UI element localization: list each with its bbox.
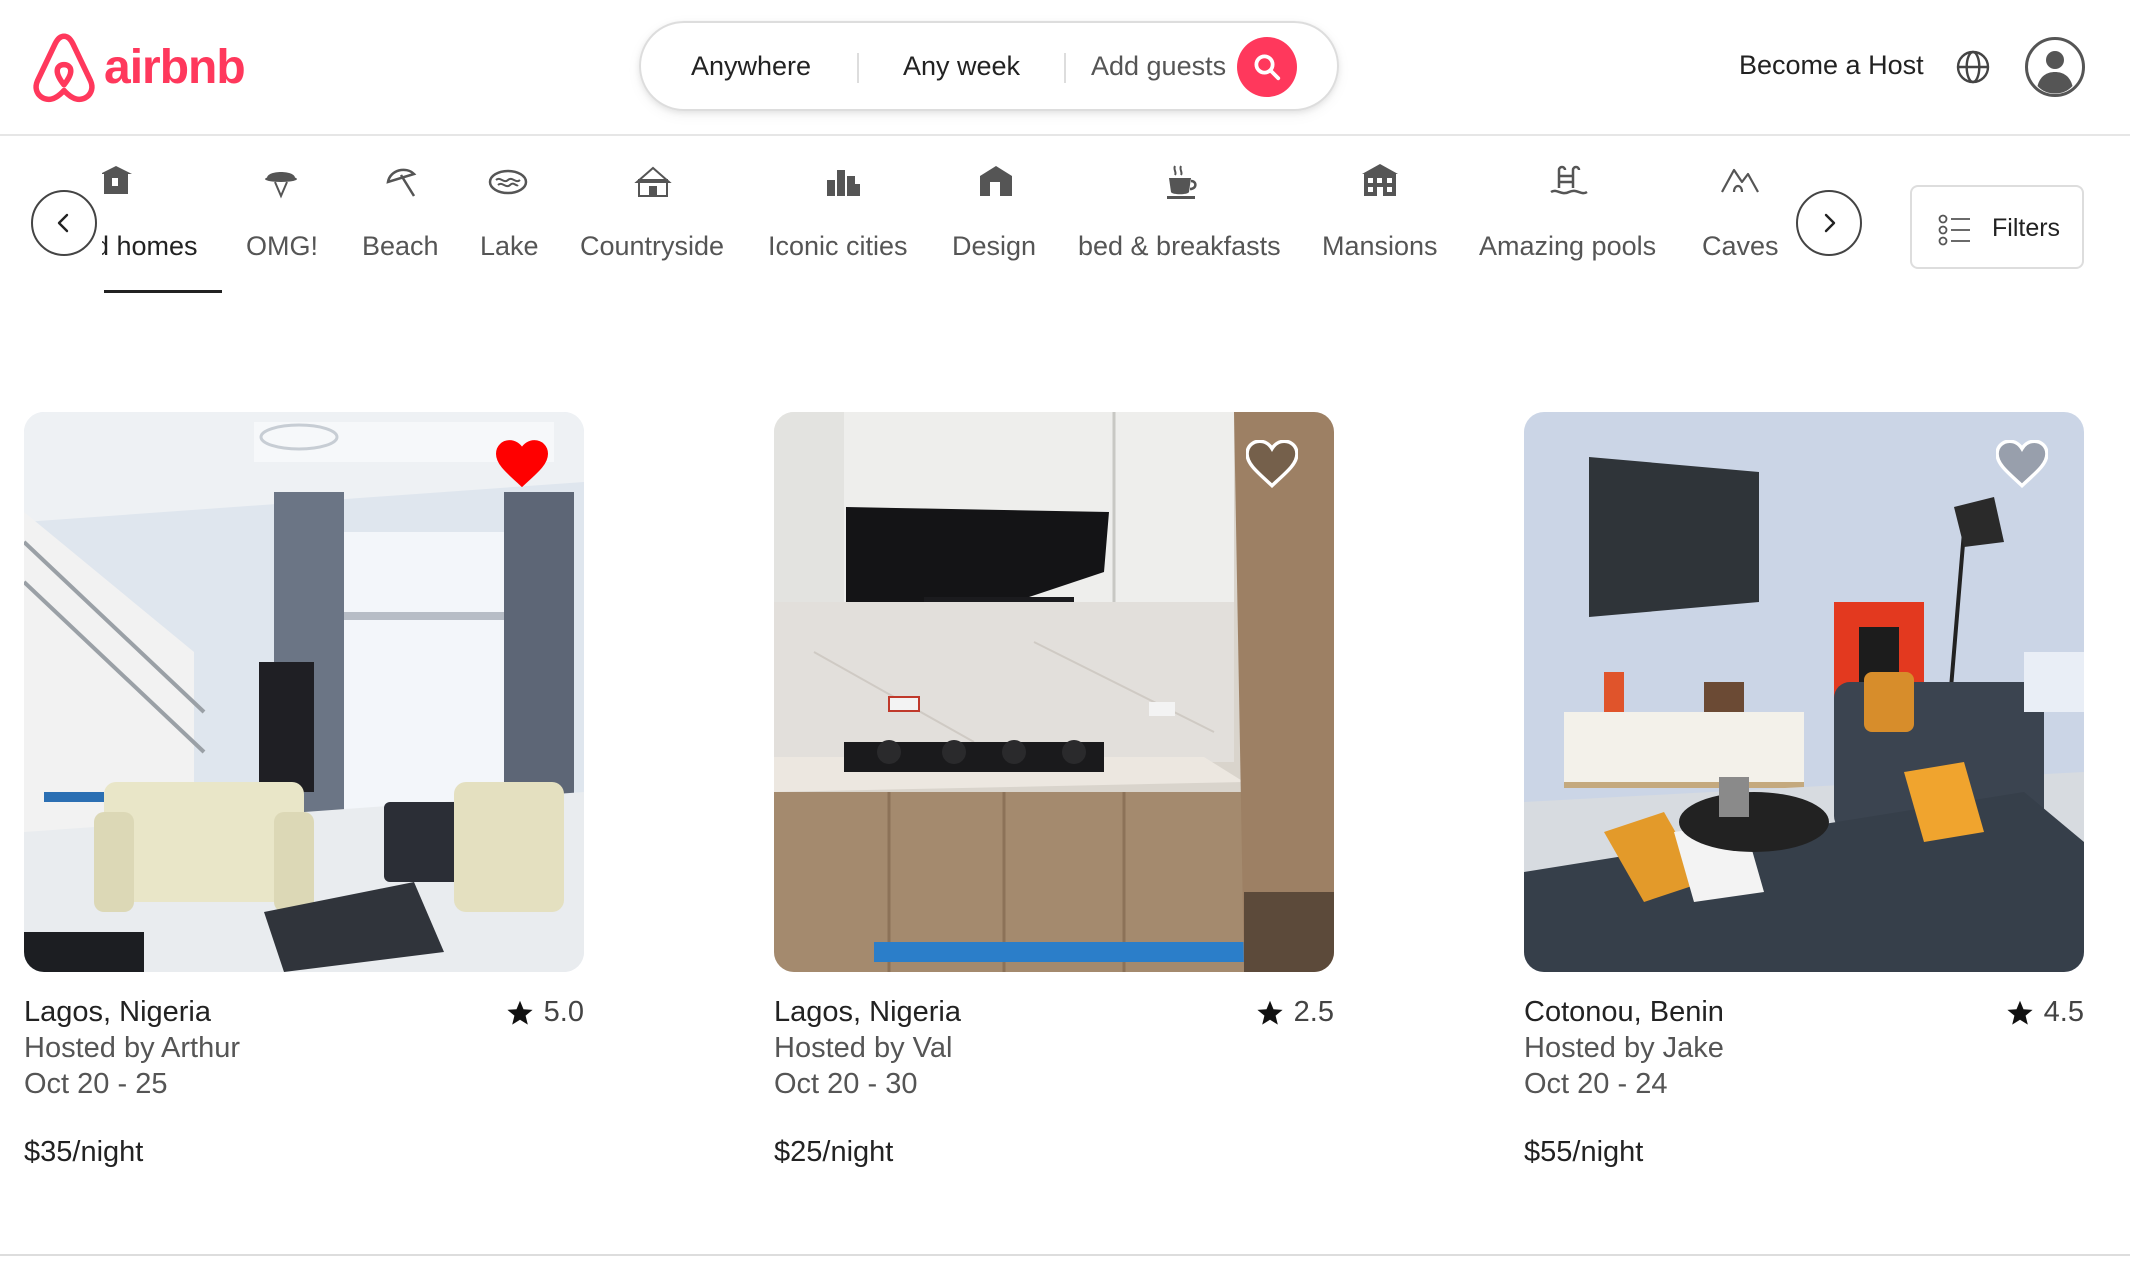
listing-dates: Oct 20 - 25	[24, 1068, 168, 1100]
countryside-icon	[634, 166, 672, 197]
mansion-icon	[1362, 164, 1398, 196]
brand-name: airbnb	[104, 40, 246, 94]
category-iconic-cities[interactable]: Iconic cities	[768, 136, 918, 296]
category-label: Lake	[480, 231, 539, 261]
listing-location: Lagos, Nigeria	[774, 996, 961, 1028]
categories-prev-button[interactable]	[31, 190, 97, 256]
listing-host: Hosted by Val	[774, 1032, 953, 1064]
listing-rating-value: 4.5	[2043, 996, 2084, 1028]
category-countryside[interactable]: Countryside	[580, 136, 740, 296]
category-label: OMG!	[246, 231, 318, 261]
top-header: airbnb Anywhere Any week Add guests Beco…	[0, 0, 2130, 136]
heart-icon[interactable]	[1996, 440, 2048, 488]
listing-price: $25/night	[774, 1136, 894, 1168]
city-icon	[827, 170, 860, 196]
search-divider	[1064, 53, 1066, 83]
category-design[interactable]: Design	[952, 136, 1042, 296]
category-label: Beach	[362, 231, 439, 261]
listing-price: $55/night	[1524, 1136, 1644, 1168]
search-icon	[1254, 54, 1281, 81]
globe-icon[interactable]	[1955, 49, 1991, 85]
category-homes[interactable]: d homes	[102, 136, 226, 296]
search-anywhere[interactable]: Anywhere	[691, 51, 811, 82]
listing-rating: 5.0	[506, 996, 584, 1029]
listing-host: Hosted by Arthur	[24, 1032, 240, 1064]
design-icon	[980, 166, 1012, 196]
category-amazing-pools[interactable]: Amazing pools	[1479, 136, 1669, 296]
listing-image	[24, 412, 584, 972]
star-icon	[1257, 1000, 1283, 1025]
listing-rating-value: 5.0	[543, 996, 584, 1028]
airbnb-logo[interactable]: airbnb	[30, 32, 246, 104]
active-category-underline	[104, 290, 222, 293]
chevron-left-icon	[57, 213, 69, 233]
home-icon	[102, 166, 132, 194]
category-label: d homes	[102, 231, 198, 261]
listing-rating: 4.5	[2006, 996, 2084, 1029]
listing-dates: Oct 20 - 24	[1524, 1068, 1668, 1100]
category-label: bed & breakfasts	[1078, 231, 1281, 261]
category-list: d homes OMG! Beach Lake Countryside Icon…	[102, 136, 1778, 296]
category-lake[interactable]: Lake	[472, 136, 542, 296]
category-beach[interactable]: Beach	[360, 136, 446, 296]
category-caves[interactable]: Caves	[1700, 136, 1778, 296]
footer-divider	[0, 1254, 2130, 1256]
listing-image	[1524, 412, 2084, 972]
filters-button[interactable]: Filters	[1910, 185, 2084, 269]
airbnb-logo-icon	[33, 33, 95, 103]
listing-image	[774, 412, 1334, 972]
search-button[interactable]	[1237, 37, 1297, 97]
listing-card[interactable]: Lagos, Nigeria 5.0 Hosted by Arthur Oct …	[24, 412, 584, 1168]
search-any-week[interactable]: Any week	[903, 51, 1020, 82]
listing-location: Cotonou, Benin	[1524, 996, 1724, 1028]
chevron-right-icon	[1824, 213, 1836, 233]
coffee-cup-icon	[1167, 165, 1197, 199]
pool-icon	[1550, 165, 1588, 195]
listing-photo[interactable]	[24, 412, 584, 972]
become-host-link[interactable]: Become a Host	[1739, 50, 1924, 81]
listing-location: Lagos, Nigeria	[24, 996, 211, 1028]
listing-card[interactable]: Cotonou, Benin 4.5 Hosted by Jake Oct 20…	[1524, 412, 2084, 1168]
category-label: Design	[952, 231, 1037, 261]
search-add-guests[interactable]: Add guests	[1091, 51, 1226, 82]
beach-umbrella-icon	[386, 168, 417, 197]
category-label: Iconic cities	[768, 231, 908, 261]
star-icon	[507, 1000, 533, 1025]
listing-rating-value: 2.5	[1293, 996, 1334, 1028]
category-label: Caves	[1702, 231, 1778, 261]
heart-icon[interactable]	[1246, 440, 1298, 488]
category-label: Amazing pools	[1479, 231, 1657, 261]
search-divider	[857, 53, 859, 83]
ufo-house-icon	[265, 172, 297, 199]
category-bar: d homes OMG! Beach Lake Countryside Icon…	[0, 136, 2130, 296]
category-label: Mansions	[1322, 231, 1438, 261]
listing-photo[interactable]	[774, 412, 1334, 972]
category-label: Countryside	[580, 231, 725, 261]
filters-icon	[1938, 214, 1970, 246]
heart-icon[interactable]	[496, 440, 548, 488]
listing-card[interactable]: Lagos, Nigeria 2.5 Hosted by Val Oct 20 …	[774, 412, 1334, 1168]
cave-icon	[1721, 168, 1759, 193]
listing-rating: 2.5	[1256, 996, 1334, 1029]
search-bar[interactable]: Anywhere Any week Add guests	[639, 21, 1339, 111]
listing-dates: Oct 20 - 30	[774, 1068, 918, 1100]
listing-price: $35/night	[24, 1136, 144, 1168]
listing-photo[interactable]	[1524, 412, 2084, 972]
category-bed-and-breakfasts[interactable]: bed & breakfasts	[1077, 136, 1287, 296]
category-mansions[interactable]: Mansions	[1322, 136, 1442, 296]
listing-host: Hosted by Jake	[1524, 1032, 1724, 1064]
lake-icon	[488, 169, 528, 195]
categories-next-button[interactable]	[1796, 190, 1862, 256]
filters-label: Filters	[1992, 214, 2061, 242]
avatar-icon	[2025, 37, 2085, 97]
category-omg[interactable]: OMG!	[243, 136, 333, 296]
star-icon	[2007, 1000, 2033, 1025]
profile-menu-button[interactable]	[2024, 36, 2086, 98]
